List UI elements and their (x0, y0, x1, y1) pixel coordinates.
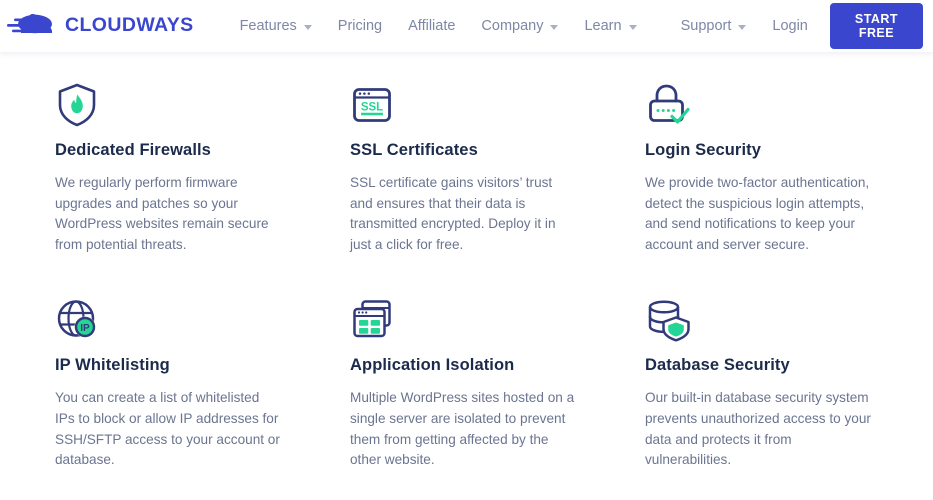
feature-title: Application Isolation (350, 356, 515, 375)
site-header: CLOUDWAYS Features Pricing Affiliate Com… (0, 0, 933, 52)
svg-text:IP: IP (80, 323, 90, 334)
features-row-1: Dedicated Firewalls We regularly perform… (0, 52, 933, 255)
feature-card-dedicated-firewalls: Dedicated Firewalls We regularly perform… (0, 70, 295, 255)
feature-title: SSL Certificates (350, 141, 478, 159)
logo[interactable]: CLOUDWAYS (2, 9, 194, 44)
ssl-browser-icon: SSL (350, 70, 576, 128)
feature-body: We regularly perform firmware upgrades a… (55, 175, 269, 252)
features-section: Dedicated Firewalls We regularly perform… (0, 52, 933, 471)
header-actions: Login START FREE (772, 3, 923, 49)
nav-item-support[interactable]: Support (681, 18, 747, 34)
feature-body: Our built-in database security system pr… (645, 390, 871, 468)
feature-body: Multiple WordPress sites hosted on a sin… (350, 390, 575, 468)
chevron-down-icon (550, 24, 559, 30)
chevron-down-icon (738, 24, 747, 30)
nav-item-pricing[interactable]: Pricing (338, 18, 382, 34)
feature-title: Dedicated Firewalls (55, 141, 211, 159)
feature-card-application-isolation: Application Isolation Multiple WordPress… (295, 285, 590, 470)
stacked-windows-icon (350, 285, 576, 343)
nav-label: Support (680, 18, 732, 34)
chevron-down-icon (303, 24, 312, 30)
feature-body: We provide two-factor authentication, de… (645, 175, 870, 252)
chevron-down-icon (628, 24, 637, 30)
feature-title: Database Security (645, 356, 790, 375)
feature-card-ssl-certificates: SSL SSL Certificates SSL certificate gai… (295, 70, 590, 255)
feature-body: SSL certificate gains visitors’ trust an… (350, 175, 556, 252)
features-row-2: IP IP Whitelisting You can create a list… (0, 255, 933, 470)
padlock-check-icon (645, 70, 871, 128)
feature-card-database-security: Database Security Our built-in database … (590, 285, 885, 470)
feature-title: Login Security (645, 141, 761, 159)
nav-label: Pricing (337, 18, 383, 34)
feature-card-login-security: Login Security We provide two-factor aut… (590, 70, 885, 255)
start-free-button[interactable]: START FREE (829, 3, 923, 49)
feature-card-ip-whitelisting: IP IP Whitelisting You can create a list… (0, 285, 295, 470)
feature-title: IP Whitelisting (55, 356, 170, 375)
login-link[interactable]: Login (772, 18, 807, 34)
logo-text: CLOUDWAYS (65, 14, 194, 37)
globe-ip-icon: IP (55, 285, 281, 343)
nav-label: Affiliate (408, 18, 456, 34)
nav-label: Learn (584, 18, 622, 34)
main-nav: Features Pricing Affiliate Company Learn… (240, 18, 773, 34)
nav-item-features[interactable]: Features (240, 18, 312, 34)
database-shield-icon (645, 285, 871, 343)
nav-label: Features (239, 18, 297, 34)
nav-item-company[interactable]: Company (481, 18, 559, 34)
feature-body: You can create a list of whitelisted IPs… (55, 390, 280, 468)
shield-flame-icon (55, 70, 281, 128)
nav-item-learn[interactable]: Learn (584, 18, 637, 34)
svg-text:SSL: SSL (361, 102, 383, 114)
nav-label: Company (481, 18, 544, 34)
nav-item-affiliate[interactable]: Affiliate (408, 18, 455, 34)
cloud-speed-icon (2, 9, 60, 44)
